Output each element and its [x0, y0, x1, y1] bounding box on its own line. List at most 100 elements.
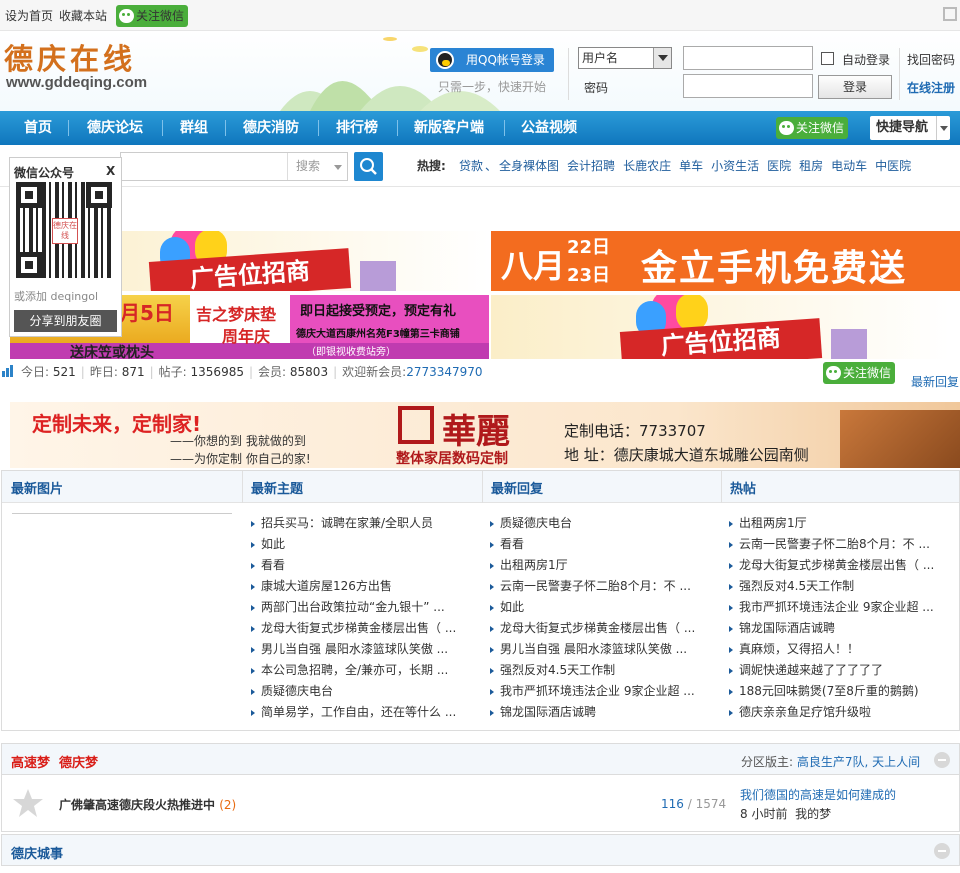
hot-item[interactable]: 单车: [679, 159, 703, 173]
username-type-select[interactable]: 用户名: [578, 47, 672, 69]
list-item[interactable]: 龙母大街复式步梯黄金楼层出售（ ...: [729, 557, 934, 573]
list-item[interactable]: 康城大道房屋126方出售: [251, 578, 392, 594]
list-item[interactable]: 出租两房1厅: [729, 515, 807, 531]
column-divider: [721, 471, 722, 503]
password-input[interactable]: [683, 74, 813, 98]
tab-latest-images[interactable]: 最新图片: [11, 478, 63, 497]
nav-groups[interactable]: 群组: [180, 111, 208, 145]
ad-furniture-banner[interactable]: 定制未来，定制家! ——你想的到 我就做的到 ——为你定制 你自己的家! 華麗 …: [10, 402, 960, 468]
share-moments-button[interactable]: 分享到朋友圈: [14, 310, 117, 332]
nav-separator: [225, 120, 226, 136]
list-item[interactable]: 云南一民警妻子怀二胎8个月：不 ...: [490, 578, 691, 594]
list-item[interactable]: 强烈反对4.5天工作制: [729, 578, 854, 594]
ad-mattress-address-note: （即银视收费站旁）: [306, 347, 396, 358]
list-item[interactable]: 两部门出台政策拉动“金九银十” ...: [251, 599, 445, 615]
latest-reply-link[interactable]: 最新回复: [911, 373, 959, 390]
nav-forum[interactable]: 德庆论坛: [87, 111, 143, 145]
list-item[interactable]: 男儿当自强 晨阳水漆篮球队笑傲 ...: [490, 641, 687, 657]
ad-mattress-preorder: 即日起接受预定，预定有礼: [300, 304, 457, 319]
nav-home[interactable]: 首页: [24, 111, 52, 145]
list-item[interactable]: 龙母大街复式步梯黄金楼层出售（ ...: [490, 620, 695, 636]
search-button[interactable]: [354, 152, 383, 181]
list-item[interactable]: 质疑德庆电台: [251, 683, 333, 699]
ad-phone-banner[interactable]: 八月 22日 23日 金立手机免费送: [491, 231, 960, 291]
list-item[interactable]: 招兵买马：诚聘在家兼/全职人员: [251, 515, 433, 531]
forum-section-title[interactable]: 德庆城事: [11, 843, 63, 862]
close-icon[interactable]: X: [106, 164, 115, 178]
stats-wechat-follow-button[interactable]: 关注微信: [823, 362, 896, 384]
find-password-link[interactable]: 找回密码: [907, 51, 955, 68]
popup-title: 微信公众号: [14, 166, 75, 180]
list-item[interactable]: 强烈反对4.5天工作制: [490, 662, 615, 678]
set-home-link[interactable]: 设为首页: [5, 7, 53, 24]
nav-video[interactable]: 公益视频: [521, 111, 577, 145]
hot-item[interactable]: 会计招聘: [567, 159, 615, 173]
list-item[interactable]: 云南一民警妻子怀二胎8个月：不 ...: [729, 536, 930, 552]
hot-item[interactable]: 全身裸体图: [499, 159, 559, 173]
stat-label: 会员:: [258, 365, 287, 379]
hot-item[interactable]: 贷款: [459, 159, 483, 173]
list-item[interactable]: 德庆亲亲鱼足疗馆升级啦: [729, 704, 871, 720]
search-type-select[interactable]: 搜索: [287, 153, 347, 180]
column-divider: [482, 471, 483, 503]
ad-recruit-banner-2[interactable]: 广告位招商: [491, 295, 950, 359]
list-item[interactable]: 188元回味鹅煲(7至8斤重的鹅鹅): [729, 683, 919, 699]
collapse-icon[interactable]: [934, 752, 950, 768]
forum-star-icon: [13, 789, 43, 817]
qq-login-button[interactable]: 用QQ帐号登录: [430, 48, 554, 72]
tab-latest-replies[interactable]: 最新回复: [491, 478, 543, 497]
nav-separator: [318, 120, 319, 136]
qr-code: 德庆在线: [16, 182, 112, 278]
site-logo[interactable]: 德庆在线: [4, 36, 136, 78]
hot-item[interactable]: 中医院: [875, 159, 911, 173]
tab-latest-topics[interactable]: 最新主题: [251, 478, 303, 497]
moderator-links[interactable]: 高良生产7队, 天上人间: [797, 755, 920, 769]
ad-mattress-date: 月5日: [120, 301, 174, 325]
nav-client[interactable]: 新版客户端: [414, 111, 484, 145]
forum-section-header: 德庆城事: [1, 834, 960, 866]
list-item[interactable]: 如此: [251, 536, 285, 552]
forum-section-title[interactable]: 高速梦 德庆梦: [11, 752, 98, 771]
auto-login-checkbox[interactable]: [821, 52, 834, 65]
list-item[interactable]: 男儿当自强 晨阳水漆篮球队笑傲 ...: [251, 641, 448, 657]
nav-wechat-follow-button[interactable]: 关注微信: [776, 117, 849, 139]
list-item[interactable]: 看看: [251, 557, 285, 573]
list-item[interactable]: 锦龙国际酒店诚聘: [490, 704, 596, 720]
list-item[interactable]: 本公司急招聘，全/兼亦可，长期 ...: [251, 662, 448, 678]
fullscreen-icon[interactable]: [943, 7, 957, 21]
hot-item[interactable]: 电动车: [831, 159, 867, 173]
list-item[interactable]: 出租两房1厅: [490, 557, 568, 573]
list-item[interactable]: 我市严抓环境违法企业 9家企业超 ...: [729, 599, 934, 615]
login-button[interactable]: 登录: [818, 75, 892, 99]
forum-thread[interactable]: 广佛肇高速德庆段火热推进中 (2): [59, 796, 236, 813]
list-item[interactable]: 锦龙国际酒店诚聘: [729, 620, 835, 636]
list-item[interactable]: 如此: [490, 599, 524, 615]
list-item[interactable]: 我市严抓环境违法企业 9家企业超 ...: [490, 683, 695, 699]
list-item[interactable]: 看看: [490, 536, 524, 552]
list-item[interactable]: 简单易学，工作自由，还在等什么 ...: [251, 704, 456, 720]
last-post-link[interactable]: 我们德国的高速是如何建成的: [740, 786, 896, 803]
nav-fire[interactable]: 德庆消防: [243, 111, 299, 145]
list-item[interactable]: 真麻烦，又得招人！！: [729, 641, 859, 657]
username-input[interactable]: [683, 46, 813, 70]
tab-hot-posts[interactable]: 热帖: [730, 478, 756, 497]
forum-row: 广佛肇高速德庆段火热推进中 (2) 116 / 1574 我们德国的高速是如何建…: [1, 775, 960, 832]
chevron-down-icon: [936, 116, 950, 140]
nav-ranking[interactable]: 排行榜: [336, 111, 378, 145]
new-member-link[interactable]: 2773347970: [406, 365, 482, 379]
hot-item[interactable]: 小资生活: [711, 159, 759, 173]
list-item[interactable]: 质疑德庆电台: [490, 515, 572, 531]
quick-nav-button[interactable]: 快捷导航: [870, 116, 950, 140]
bookmark-link[interactable]: 收藏本站: [59, 7, 107, 24]
wechat-follow-button[interactable]: 关注微信: [116, 5, 189, 27]
register-link[interactable]: 在线注册: [907, 79, 955, 96]
hot-item[interactable]: 长鹿农庄: [623, 159, 671, 173]
hot-search-list: 贷款、全身裸体图 会计招聘 长鹿农庄 单车 小资生活 医院 租房 电动车 中医院: [459, 159, 912, 173]
qr-finder: [16, 182, 42, 208]
divider: [899, 48, 900, 100]
collapse-icon[interactable]: [934, 843, 950, 859]
list-item[interactable]: 龙母大街复式步梯黄金楼层出售（ ...: [251, 620, 456, 636]
hot-item[interactable]: 租房: [799, 159, 823, 173]
hot-item[interactable]: 医院: [767, 159, 791, 173]
list-item[interactable]: 调妮快递越来越了了了了了: [729, 662, 883, 678]
